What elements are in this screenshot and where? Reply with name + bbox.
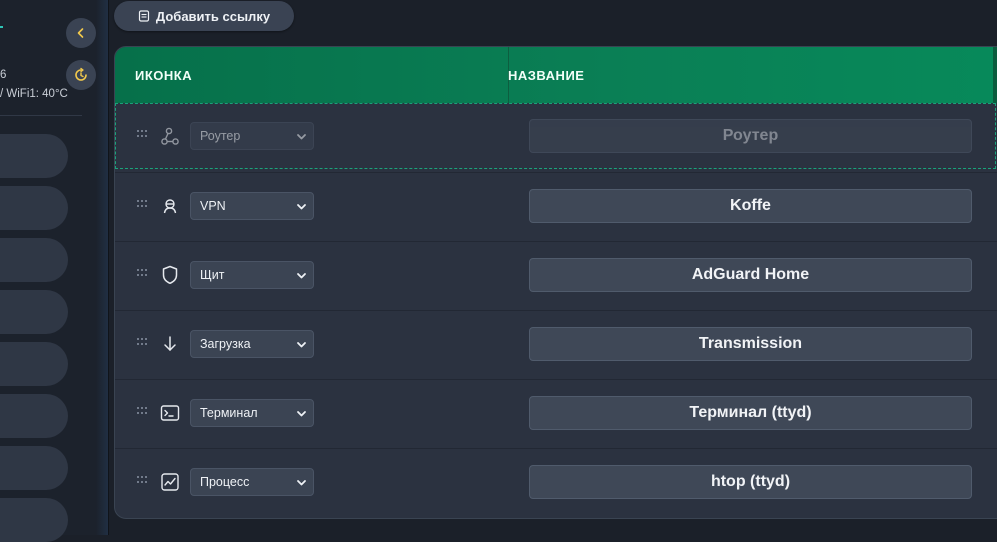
sidebar: 6 / WiFi1: 40°C xyxy=(0,0,109,542)
column-header-name: НАЗВАНИЕ xyxy=(508,67,585,83)
name-input[interactable]: Терминал (ttyd) xyxy=(529,396,972,430)
name-input[interactable]: Koffe xyxy=(529,189,972,223)
table-row[interactable]: Щит AdGuard Home xyxy=(115,241,997,311)
sidebar-temperature: / WiFi1: 40°C xyxy=(0,88,68,100)
chevron-down-icon xyxy=(297,411,306,417)
add-link-label: Добавить ссылку xyxy=(155,8,271,24)
drag-handle-icon[interactable] xyxy=(137,269,147,277)
table-row[interactable]: Терминал Терминал (ttyd) xyxy=(115,379,997,449)
chevron-down-icon xyxy=(297,134,306,140)
sidebar-item[interactable] xyxy=(0,342,68,386)
activity-icon xyxy=(159,471,181,493)
links-table: ИКОНКА НАЗВАНИЕ Роутер Роутер VPN Koffe xyxy=(114,46,997,519)
sidebar-item[interactable] xyxy=(0,394,68,438)
name-input[interactable]: htop (ttyd) xyxy=(529,465,972,499)
drag-handle-icon[interactable] xyxy=(137,476,147,484)
drag-handle-icon[interactable] xyxy=(137,407,147,415)
sidebar-item[interactable] xyxy=(0,134,68,178)
add-link-button[interactable]: Добавить ссылку xyxy=(114,1,294,31)
sidebar-item[interactable] xyxy=(0,186,68,230)
name-input[interactable]: Роутер xyxy=(529,119,972,153)
chevron-down-icon xyxy=(297,273,306,279)
refresh-button[interactable] xyxy=(66,60,96,90)
download-icon xyxy=(159,333,181,355)
sidebar-item[interactable] xyxy=(0,446,68,490)
sidebar-divider xyxy=(0,115,82,116)
chevron-left-icon xyxy=(77,28,84,38)
icon-select[interactable]: Роутер xyxy=(190,122,314,150)
chevron-down-icon xyxy=(297,480,306,486)
status-accent xyxy=(0,26,3,28)
chevron-down-icon xyxy=(297,204,306,210)
sidebar-collapse-button[interactable] xyxy=(66,18,96,48)
sidebar-stat: 6 xyxy=(0,69,7,81)
table-row[interactable]: Роутер Роутер xyxy=(115,103,997,172)
chevron-down-icon xyxy=(297,342,306,348)
table-row[interactable]: Загрузка Transmission xyxy=(115,310,997,380)
shield-icon xyxy=(159,264,181,286)
name-input[interactable]: Transmission xyxy=(529,327,972,361)
vpn-icon xyxy=(159,195,181,217)
column-header-icon: ИКОНКА xyxy=(135,67,193,83)
icon-select[interactable]: Щит xyxy=(190,261,314,289)
refresh-icon xyxy=(75,67,87,81)
table-row[interactable]: VPN Koffe xyxy=(115,172,997,242)
terminal-icon xyxy=(159,402,181,424)
icon-select[interactable]: Терминал xyxy=(190,399,314,427)
drag-handle-icon[interactable] xyxy=(137,338,147,346)
icon-select[interactable]: Процесс xyxy=(190,468,314,496)
sidebar-item[interactable] xyxy=(0,238,68,282)
icon-select[interactable]: Загрузка xyxy=(190,330,314,358)
document-icon xyxy=(138,10,150,22)
sidebar-edge xyxy=(96,0,108,535)
sidebar-item[interactable] xyxy=(0,498,68,542)
drag-handle-icon[interactable] xyxy=(137,200,147,208)
icon-select[interactable]: VPN xyxy=(190,192,314,220)
sidebar-item[interactable] xyxy=(0,290,68,334)
drag-handle-icon[interactable] xyxy=(137,130,147,138)
table-header: ИКОНКА НАЗВАНИЕ xyxy=(115,47,997,103)
name-input[interactable]: AdGuard Home xyxy=(529,258,972,292)
table-row[interactable]: Процесс htop (ttyd) xyxy=(115,448,997,518)
router-icon xyxy=(159,125,181,147)
